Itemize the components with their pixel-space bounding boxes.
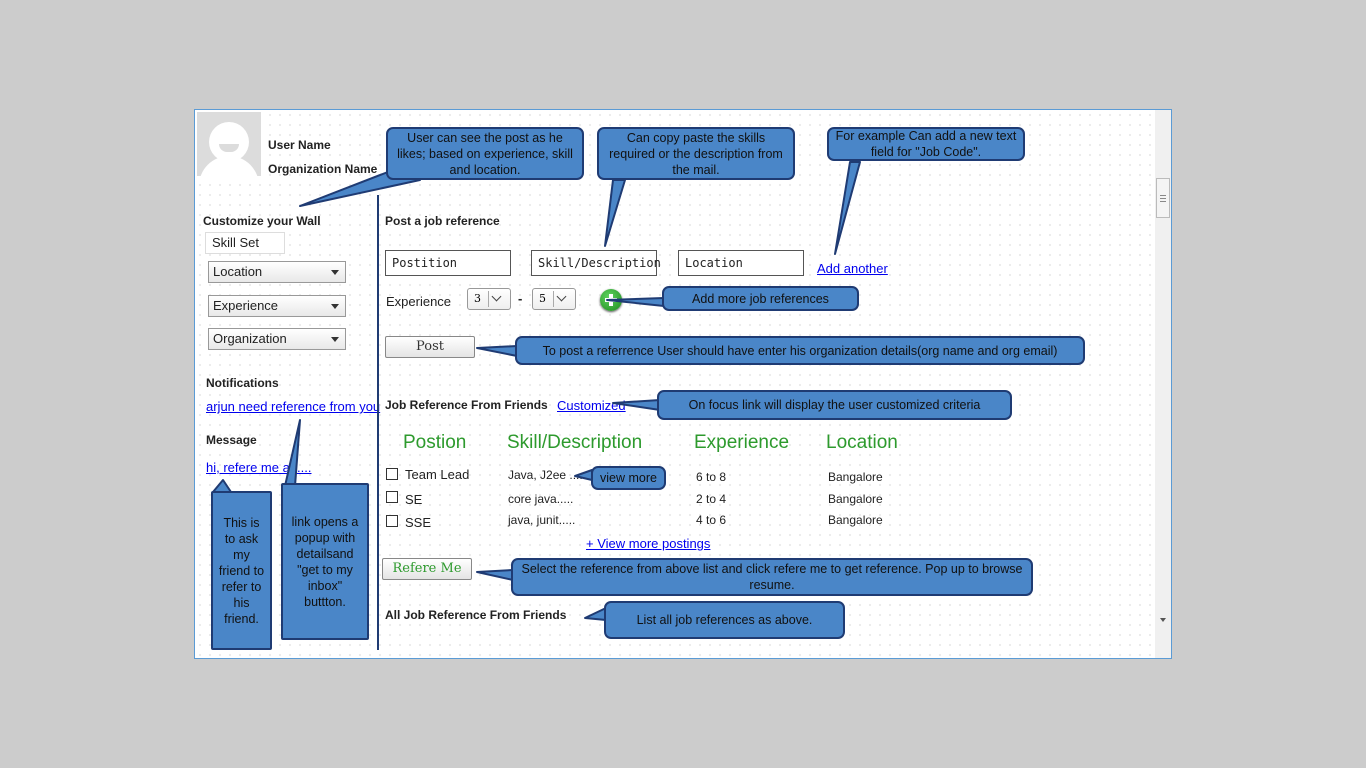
callout-copy: Can copy paste the skills required or th… <box>597 127 795 180</box>
callout-focus: On focus link will display the user cust… <box>657 390 1012 420</box>
callout-view-more: view more <box>591 466 666 490</box>
callout-popup: link opens a popup with detailsand "get … <box>281 483 369 640</box>
callout-wall: User can see the post as he likes; based… <box>386 127 584 180</box>
callout-post-note: To post a referrence User should have en… <box>515 336 1085 365</box>
callout-example: For example Can add a new text field for… <box>827 127 1025 161</box>
callout-ask-friend: This is to ask my friend to refer to his… <box>211 491 272 650</box>
scrollbar-thumb[interactable] <box>1156 178 1170 218</box>
callout-add-more: Add more job references <box>662 286 859 311</box>
callout-list-all: List all job references as above. <box>604 601 845 639</box>
callout-select: Select the reference from above list and… <box>511 558 1033 596</box>
wireframe-canvas: User Name Organization Name Customize yo… <box>194 109 1172 659</box>
scroll-down-arrow-icon[interactable] <box>1160 618 1166 622</box>
